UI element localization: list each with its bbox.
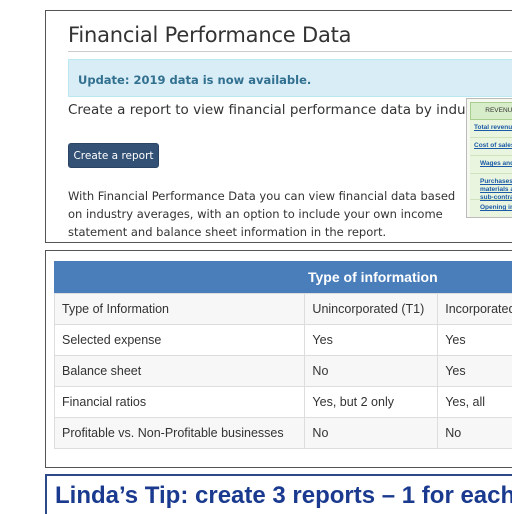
- column-header: Type of Information: [55, 294, 305, 325]
- thumbnail-row: Total revenue: [470, 120, 512, 138]
- table-row: Balance sheet No Yes: [55, 356, 512, 387]
- tip-banner: Linda’s Tip: create 3 reports – 1 for ea…: [45, 474, 512, 514]
- table-cell: Profitable vs. Non-Profitable businesses: [55, 418, 305, 449]
- thumbnail-row: Purchases, materials and sub-contracts: [470, 174, 512, 200]
- information-table: Type of Information Unincorporated (T1) …: [54, 293, 512, 449]
- column-header: Incorporated: [438, 294, 512, 325]
- table-cell: Yes: [438, 325, 512, 356]
- table-cell: No: [305, 356, 438, 387]
- tip-text: Linda’s Tip: create 3 reports – 1 for ea…: [55, 482, 512, 510]
- thumbnail-row: Opening inventory: [470, 200, 512, 218]
- description-paragraph: With Financial Performance Data you can …: [68, 187, 468, 241]
- type-of-information-panel: Type of information Type of Information …: [45, 250, 512, 468]
- table-header-row: Type of Information Unincorporated (T1) …: [55, 294, 512, 325]
- thumbnail-header: REVENUE: [470, 102, 512, 120]
- section-subtitle: Create a report to view financial perfor…: [68, 102, 491, 118]
- table-cell: Selected expense: [55, 325, 305, 356]
- table-cell: Yes: [438, 356, 512, 387]
- thumbnail-row: Wages and benefits: [470, 156, 512, 174]
- page-title: Financial Performance Data: [68, 23, 351, 47]
- update-alert: Update: 2019 data is now available.: [68, 59, 512, 97]
- financial-performance-panel: Financial Performance Data Update: 2019 …: [45, 10, 512, 243]
- title-divider: [68, 51, 512, 52]
- table-cell: Balance sheet: [55, 356, 305, 387]
- report-preview-thumbnail: REVENUE Total revenue Cost of sales Wage…: [466, 98, 512, 218]
- table-row: Profitable vs. Non-Profitable businesses…: [55, 418, 512, 449]
- table-row: Financial ratios Yes, but 2 only Yes, al…: [55, 387, 512, 418]
- table-heading-text: Type of information: [308, 261, 438, 293]
- thumbnail-row: Cost of sales: [470, 138, 512, 156]
- table-cell: Financial ratios: [55, 387, 305, 418]
- table-cell: No: [305, 418, 438, 449]
- table-row: Selected expense Yes Yes: [55, 325, 512, 356]
- table-cell: Yes, all: [438, 387, 512, 418]
- table-cell: No: [438, 418, 512, 449]
- table-cell: Yes: [305, 325, 438, 356]
- table-cell: Yes, but 2 only: [305, 387, 438, 418]
- table-heading: Type of information: [54, 261, 512, 293]
- column-header: Unincorporated (T1): [305, 294, 438, 325]
- create-report-button[interactable]: Create a report: [68, 143, 159, 168]
